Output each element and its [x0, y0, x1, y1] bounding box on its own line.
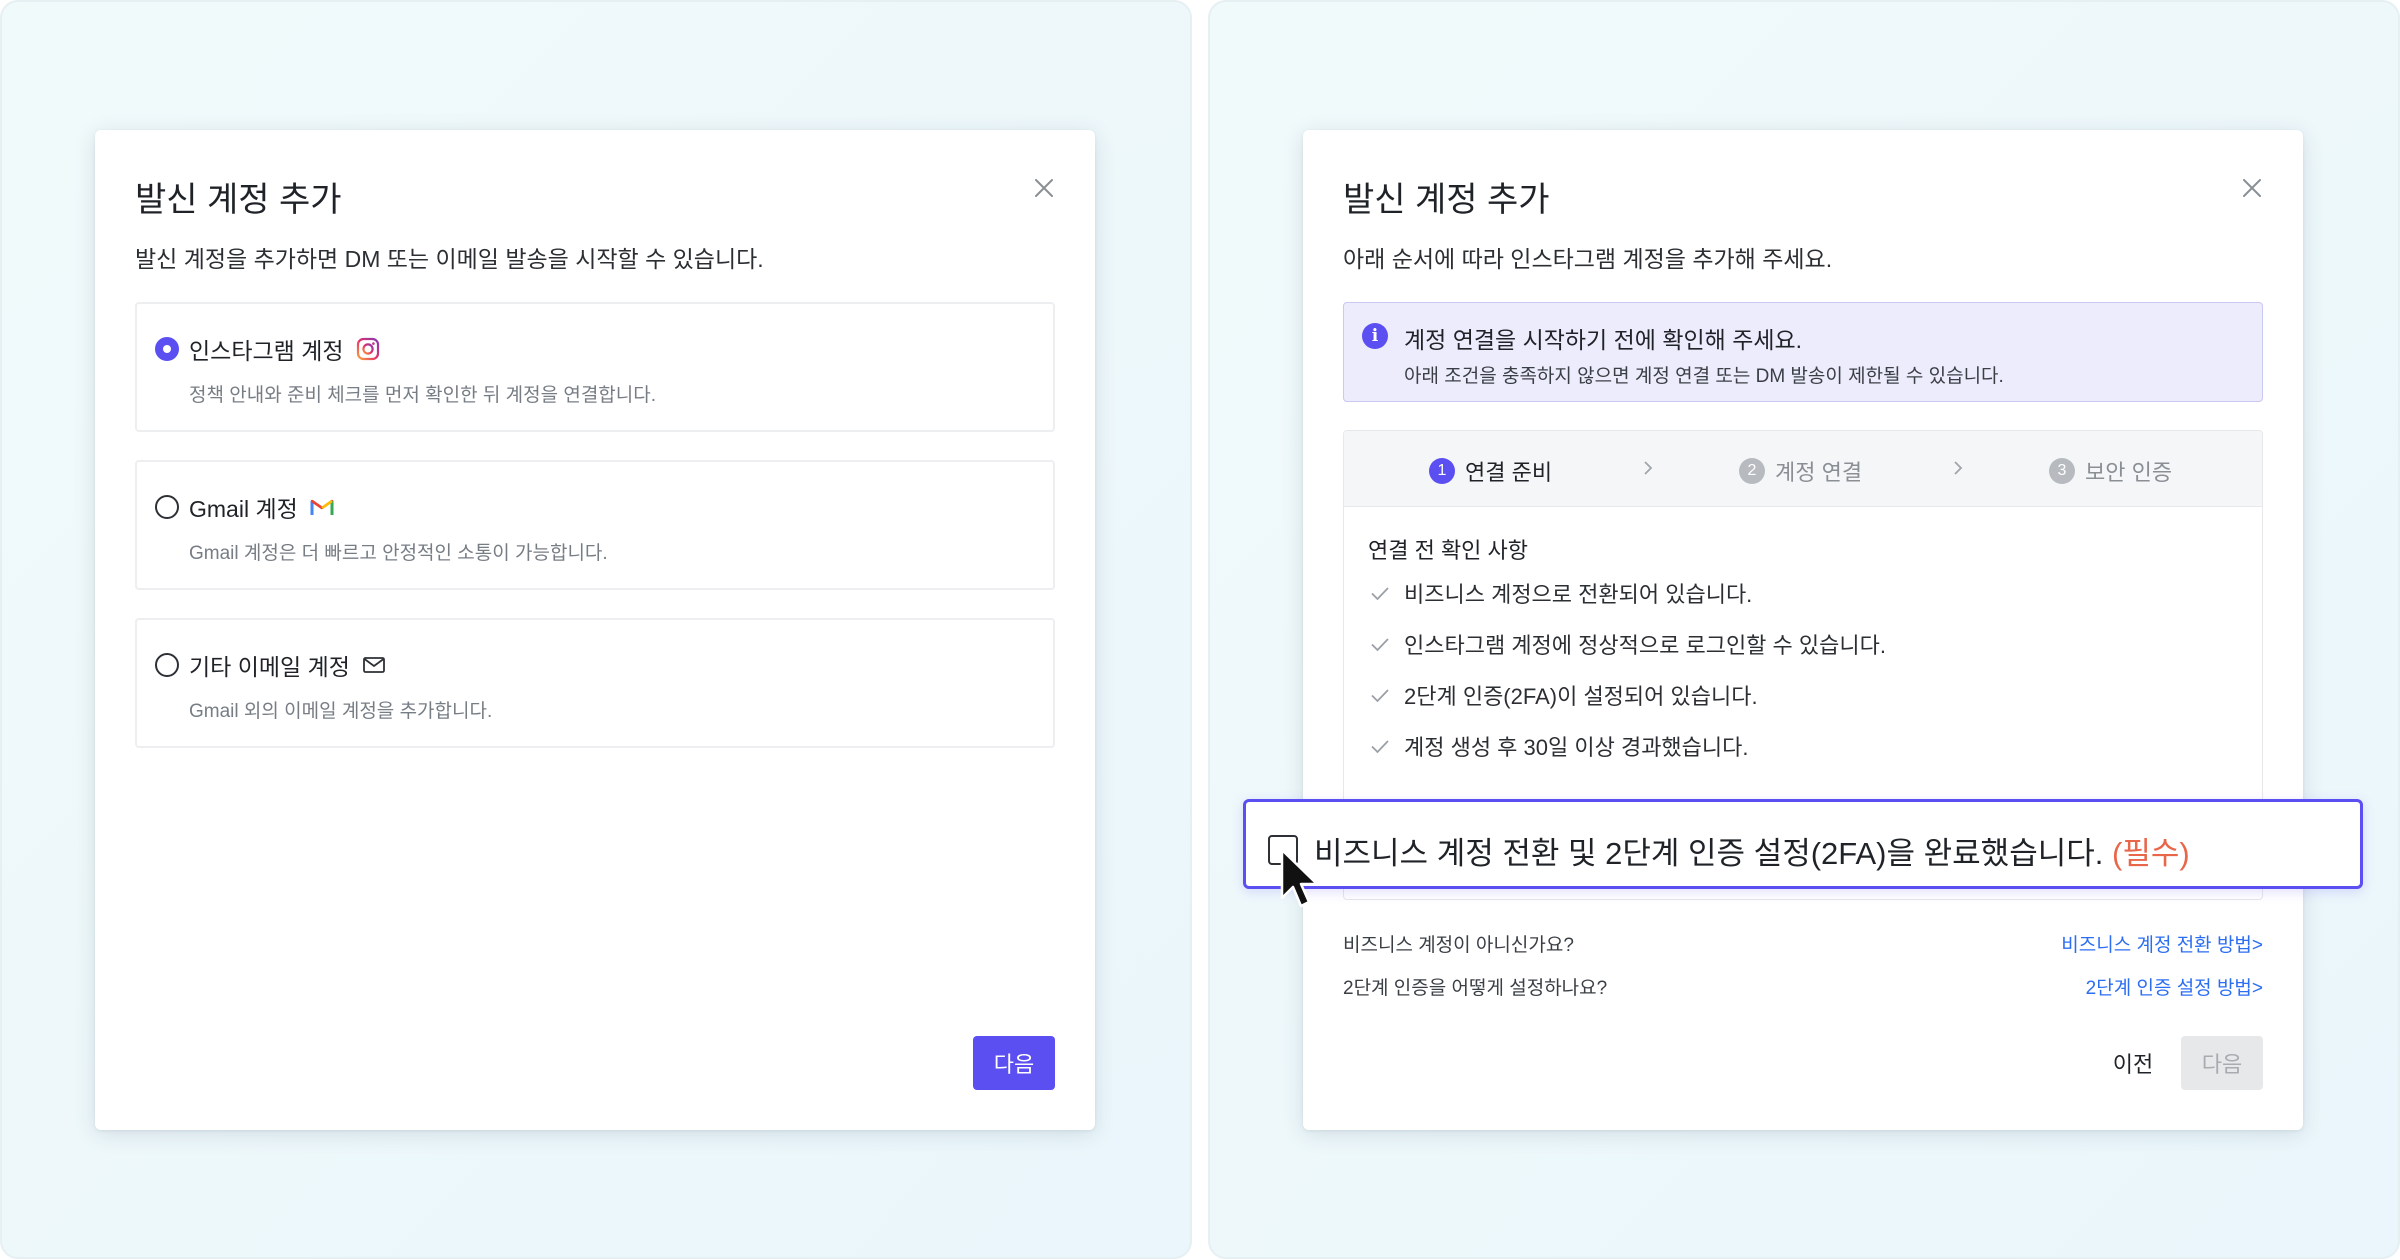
required-marker: (필수) — [2112, 836, 2190, 871]
help-row-business: 비즈니스 계정이 아니신가요? 비즈니스 계정 전환 방법> — [1343, 930, 2263, 957]
modal-title: 발신 계정 추가 — [135, 181, 342, 219]
option-label: 기타 이메일 계정 — [189, 654, 350, 680]
checkmark-icon — [1371, 689, 1389, 703]
modal-description: 아래 순서에 따라 인스타그램 계정을 추가해 주세요. — [1343, 246, 1833, 272]
stepper: 1 연결 준비 2 계정 연결 3 보안 인증 — [1344, 431, 2262, 507]
modal-description: 발신 계정을 추가하면 DM 또는 이메일 발송을 시작할 수 있습니다. — [135, 246, 764, 272]
checkmark-icon — [1371, 587, 1389, 601]
mail-icon — [363, 657, 385, 673]
help-row-2fa: 2단계 인증을 어떻게 설정하나요? 2단계 인증 설정 방법> — [1343, 973, 2263, 1000]
checkmark-icon — [1371, 740, 1389, 754]
mouse-cursor-icon — [1280, 848, 1319, 908]
next-button[interactable]: 다음 — [973, 1036, 1055, 1090]
option-label: Gmail 계정 — [189, 496, 298, 522]
option-label: 인스타그램 계정 — [189, 338, 344, 364]
info-banner-title: 계정 연결을 시작하기 전에 확인해 주세요. — [1404, 327, 1803, 353]
confirm-label: 비즈니스 계정 전환 및 2단계 인증 설정(2FA)을 완료했습니다. (필수… — [1314, 828, 2190, 873]
option-description: Gmail 외의 이메일 계정을 추가합니다. — [189, 701, 493, 722]
help-question: 2단계 인증을 어떻게 설정하나요? — [1343, 978, 1608, 999]
step-connect-prep: 1 연결 준비 — [1429, 455, 1552, 487]
step-label: 계정 연결 — [1775, 460, 1863, 485]
info-banner: i 계정 연결을 시작하기 전에 확인해 주세요. 아래 조건을 충족하지 않으… — [1343, 302, 2263, 402]
2fa-setup-guide-link[interactable]: 2단계 인증 설정 방법> — [2086, 973, 2263, 1000]
option-description: 정책 안내와 준비 체크를 먼저 확인한 뒤 계정을 연결합니다. — [189, 385, 657, 406]
option-gmail[interactable]: Gmail 계정 Gmail 계정은 더 빠르고 안정적인 소통이 가능합니다. — [135, 460, 1055, 590]
option-description: Gmail 계정은 더 빠르고 안정적인 소통이 가능합니다. — [189, 543, 608, 564]
close-icon[interactable] — [1031, 175, 1057, 201]
option-other-email[interactable]: 기타 이메일 계정 Gmail 외의 이메일 계정을 추가합니다. — [135, 618, 1055, 748]
step-number: 1 — [1429, 458, 1455, 484]
business-switch-guide-link[interactable]: 비즈니스 계정 전환 방법> — [2061, 930, 2263, 957]
chevron-right-icon — [1954, 461, 1963, 475]
gmail-icon — [310, 499, 334, 515]
step-number: 2 — [1739, 458, 1765, 484]
checklist-item-text: 2단계 인증(2FA)이 설정되어 있습니다. — [1404, 684, 1758, 709]
checklist-item: 계정 생성 후 30일 이상 경과했습니다. — [1368, 730, 1749, 762]
radio-instagram[interactable] — [155, 337, 179, 361]
info-icon: i — [1362, 323, 1388, 349]
add-sender-account-modal-instagram-prep: 발신 계정 추가 아래 순서에 따라 인스타그램 계정을 추가해 주세요. i … — [1303, 130, 2303, 1130]
step-account-connect: 2 계정 연결 — [1739, 455, 1862, 487]
close-icon[interactable] — [2239, 175, 2265, 201]
checklist-item: 비즈니스 계정으로 전환되어 있습니다. — [1368, 577, 1752, 609]
option-instagram[interactable]: 인스타그램 계정 정책 안내와 준비 체크를 먼저 확인한 뒤 계정을 연결합니… — [135, 302, 1055, 432]
checklist-item-text: 비즈니스 계정으로 전환되어 있습니다. — [1404, 582, 1753, 607]
step-number: 3 — [2049, 458, 2075, 484]
step-label: 연결 준비 — [1465, 460, 1553, 485]
info-banner-text: 아래 조건을 충족하지 않으면 계정 연결 또는 DM 발송이 제한될 수 있습… — [1404, 366, 2004, 387]
checkmark-icon — [1371, 638, 1389, 652]
checklist-title: 연결 전 확인 사항 — [1368, 538, 1529, 563]
radio-other-email[interactable] — [155, 653, 179, 677]
help-question: 비즈니스 계정이 아니신가요? — [1343, 935, 1574, 956]
modal-title: 발신 계정 추가 — [1343, 181, 1550, 219]
step-label: 보안 인증 — [2085, 460, 2173, 485]
checklist-item-text: 계정 생성 후 30일 이상 경과했습니다. — [1404, 735, 1749, 760]
step-security-auth: 3 보안 인증 — [2049, 455, 2172, 487]
confirm-text: 비즈니스 계정 전환 및 2단계 인증 설정(2FA)을 완료했습니다. — [1314, 836, 2104, 871]
checklist-item: 인스타그램 계정에 정상적으로 로그인할 수 있습니다. — [1368, 628, 1886, 660]
checklist-item-text: 인스타그램 계정에 정상적으로 로그인할 수 있습니다. — [1404, 633, 1886, 658]
radio-gmail[interactable] — [155, 495, 179, 519]
instagram-icon — [356, 337, 379, 361]
prev-button[interactable]: 이전 — [2093, 1036, 2173, 1090]
confirm-checkbox-row[interactable]: 비즈니스 계정 전환 및 2단계 인증 설정(2FA)을 완료했습니다. (필수… — [1243, 799, 2363, 889]
checklist-item: 2단계 인증(2FA)이 설정되어 있습니다. — [1368, 679, 1758, 711]
add-sender-account-modal-step-select: 발신 계정 추가 발신 계정을 추가하면 DM 또는 이메일 발송을 시작할 수… — [95, 130, 1095, 1130]
next-button-disabled[interactable]: 다음 — [2181, 1036, 2263, 1090]
chevron-right-icon — [1644, 461, 1653, 475]
